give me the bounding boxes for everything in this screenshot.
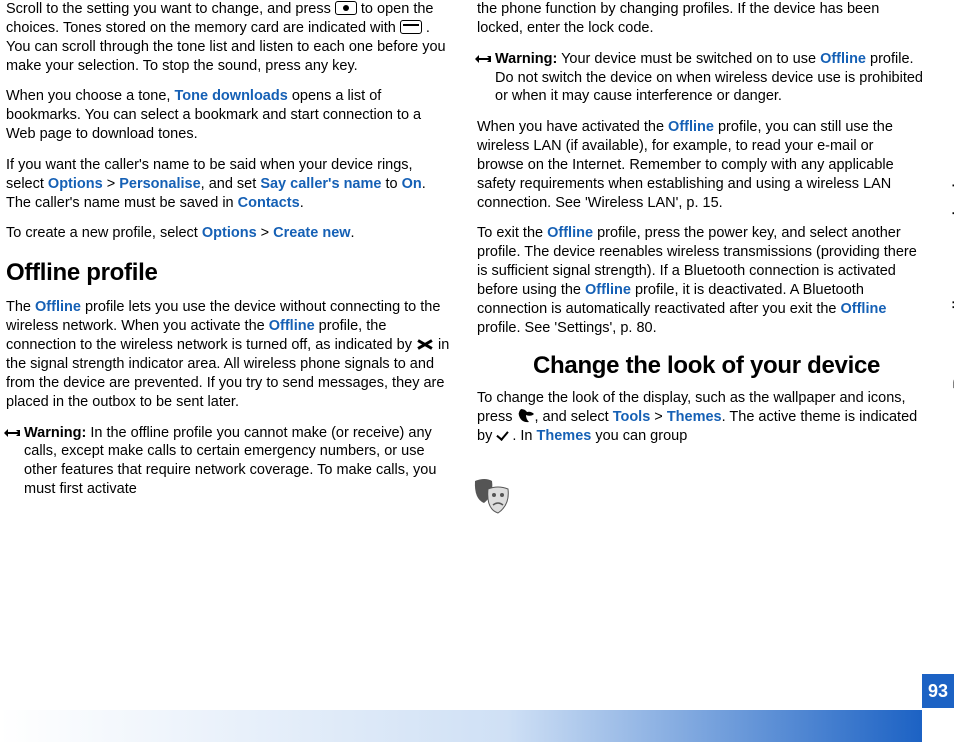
heading-change-look: Change the look of your device: [533, 352, 924, 380]
link-themes: Themes: [537, 428, 592, 444]
link-create-new: Create new: [273, 225, 350, 241]
left-column: Scroll to the setting you want to change…: [6, 0, 453, 680]
text: . In: [512, 428, 536, 444]
side-heading: Personalize your device: [950, 160, 954, 390]
link-tools: Tools: [613, 409, 651, 425]
paragraph: If you want the caller's name to be said…: [6, 156, 453, 213]
link-offline: Offline: [269, 318, 315, 334]
memory-card-icon: [400, 20, 422, 34]
link-contacts: Contacts: [238, 195, 300, 211]
text: When you have activated the: [477, 119, 668, 135]
side-margin: Personalize your device: [922, 0, 954, 742]
heading-offline-profile: Offline profile: [6, 257, 453, 288]
themes-masks-icon: [470, 475, 512, 517]
warning-block: Warning: In the offline profile you cann…: [6, 424, 453, 499]
warning-icon: [475, 52, 491, 64]
text: The: [6, 299, 35, 315]
link-offline: Offline: [35, 299, 81, 315]
text: to: [381, 176, 401, 192]
text: Scroll to the setting you want to change…: [6, 1, 335, 17]
link-options: Options: [48, 176, 103, 192]
link-offline: Offline: [585, 282, 631, 298]
link-tone-downloads: Tone downloads: [174, 88, 287, 104]
link-say-callers-name: Say caller's name: [260, 176, 381, 192]
warning-label: Warning:: [495, 51, 557, 67]
link-offline: Offline: [668, 119, 714, 135]
text: To create a new profile, select: [6, 225, 202, 241]
text: Your device must be switched on to use: [557, 51, 820, 67]
link-options: Options: [202, 225, 257, 241]
text: , and select: [535, 409, 613, 425]
paragraph: The Offline profile lets you use the dev…: [6, 298, 453, 411]
text: In the offline profile you cannot make (…: [24, 425, 436, 498]
page-number: 93: [922, 674, 954, 708]
link-personalise: Personalise: [119, 176, 200, 192]
warning-label: Warning:: [24, 425, 86, 441]
text: you can group: [591, 428, 687, 444]
text: profile. See 'Settings', p. 80.: [477, 320, 657, 336]
paragraph: To create a new profile, select Options …: [6, 224, 453, 243]
link-offline: Offline: [547, 225, 593, 241]
link-on: On: [402, 176, 422, 192]
paragraph: the phone function by changing profiles.…: [477, 0, 924, 38]
checkmark-icon: [496, 428, 512, 442]
right-column: the phone function by changing profiles.…: [477, 0, 924, 680]
warning-icon: [4, 426, 20, 438]
text: When you choose a tone,: [6, 88, 174, 104]
no-signal-icon: [416, 337, 434, 351]
warning-block: Warning: Your device must be switched on…: [477, 50, 924, 107]
scroll-key-icon: [335, 1, 357, 15]
footer-gradient: [0, 710, 922, 742]
text: To exit the: [477, 225, 547, 241]
menu-key-icon: [517, 409, 535, 423]
paragraph: When you have activated the Offline prof…: [477, 118, 924, 212]
link-themes: Themes: [667, 409, 722, 425]
page-content: Scroll to the setting you want to change…: [0, 0, 954, 680]
link-offline: Offline: [841, 301, 887, 317]
link-offline: Offline: [820, 51, 866, 67]
paragraph: To change the look of the display, such …: [477, 389, 924, 446]
paragraph: To exit the Offline profile, press the p…: [477, 224, 924, 337]
text: , and set: [201, 176, 261, 192]
paragraph: When you choose a tone, Tone downloads o…: [6, 87, 453, 144]
paragraph: Scroll to the setting you want to change…: [6, 0, 453, 75]
